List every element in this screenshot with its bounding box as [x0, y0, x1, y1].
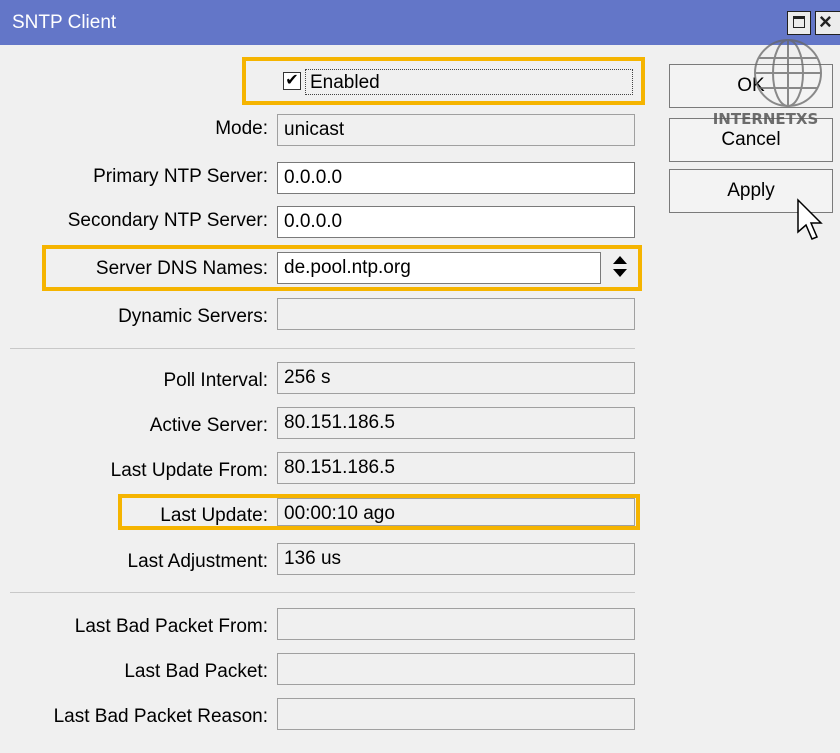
last-adjustment-field: 136 us: [277, 543, 635, 575]
checkmark-icon: ✔: [285, 72, 299, 89]
separator: [10, 348, 635, 349]
server-dns-input[interactable]: de.pool.ntp.org: [277, 252, 601, 284]
active-server-label: Active Server:: [149, 415, 268, 436]
last-bad-packet-from-label: Last Bad Packet From:: [74, 616, 268, 637]
watermark-text: INTERNETXS: [712, 110, 819, 128]
watermark-logo: INTERNETXS: [693, 18, 838, 130]
primary-ntp-label: Primary NTP Server:: [93, 166, 268, 187]
last-update-label: Last Update:: [160, 505, 268, 526]
last-update-from-label: Last Update From:: [110, 460, 268, 481]
dynamic-servers-label: Dynamic Servers:: [118, 306, 268, 327]
dropdown-arrows-icon[interactable]: [609, 252, 631, 282]
enabled-label[interactable]: Enabled: [305, 69, 633, 95]
last-bad-packet-reason-label: Last Bad Packet Reason:: [53, 706, 268, 727]
secondary-ntp-input[interactable]: 0.0.0.0: [277, 206, 635, 238]
last-bad-packet-reason-field: [277, 698, 635, 730]
primary-ntp-input[interactable]: 0.0.0.0: [277, 162, 635, 194]
globe-logo-icon: [754, 39, 822, 107]
mouse-cursor-icon: [797, 198, 823, 240]
secondary-ntp-label: Secondary NTP Server:: [67, 210, 268, 231]
last-bad-packet-from-field: [277, 608, 635, 640]
mode-field: unicast: [277, 114, 635, 146]
active-server-field: 80.151.186.5: [277, 407, 635, 439]
poll-interval-label: Poll Interval:: [163, 370, 268, 391]
dynamic-servers-field: [277, 298, 635, 330]
last-adjustment-label: Last Adjustment:: [127, 551, 268, 572]
last-update-from-field: 80.151.186.5: [277, 452, 635, 484]
poll-interval-field: 256 s: [277, 362, 635, 394]
sntp-client-window: SNTP Client × ✔ Enabled Mode: unicast Pr…: [0, 0, 840, 753]
mode-label: Mode:: [215, 118, 268, 139]
separator: [10, 592, 635, 593]
server-dns-label: Server DNS Names:: [95, 258, 268, 279]
last-bad-packet-label: Last Bad Packet:: [124, 661, 268, 682]
last-bad-packet-field: [277, 653, 635, 685]
last-update-field: 00:00:10 ago: [277, 498, 635, 526]
enabled-checkbox[interactable]: ✔: [283, 72, 301, 90]
window-title: SNTP Client: [12, 12, 117, 33]
